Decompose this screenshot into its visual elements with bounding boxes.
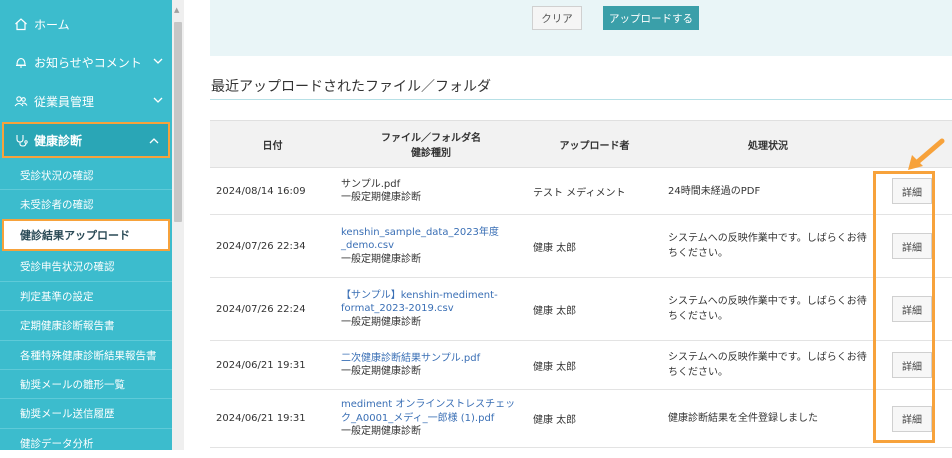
- table-row: 2024/06/21 19:31 二次健康診断結果サンプル.pdf 一般定期健康…: [210, 340, 952, 390]
- table-row: 2024/07/26 22:34 kenshin_sample_data_202…: [210, 214, 952, 278]
- sidebar-subitem-label: 判定基準の設定: [20, 291, 94, 303]
- exam-type: 一般定期健康診断: [341, 426, 421, 438]
- sidebar-item-label: 従業員管理: [34, 94, 95, 109]
- header-uploader: アップロード者: [527, 120, 662, 168]
- section-divider: [210, 99, 952, 100]
- cell-date: 2024/08/14 16:09: [210, 167, 335, 215]
- cell-date: 2024/07/26 22:34: [210, 214, 335, 278]
- sidebar-subitem-label: 定期健康診断報告書: [20, 320, 115, 332]
- cell-date: 2024/07/26 22:24: [210, 277, 335, 341]
- sidebar-subitem-report-status[interactable]: 受診申告状況の確認: [0, 251, 172, 281]
- cell-uploader: テスト メディメント: [527, 167, 662, 215]
- chevron-down-icon: [152, 55, 164, 70]
- cell-file: 【サンプル】kenshin-mediment-format_2023-2019.…: [335, 277, 527, 341]
- highlight-box: [873, 171, 935, 443]
- cell-file: サンプル.pdf 一般定期健康診断: [335, 167, 527, 215]
- exam-type: 一般定期健康診断: [341, 253, 421, 265]
- exam-type: 一般定期健康診断: [341, 316, 421, 328]
- sidebar-scrollbar-thumb[interactable]: [174, 22, 182, 222]
- sidebar-item-label: ホーム: [34, 17, 70, 32]
- sidebar-item-employees[interactable]: 従業員管理: [0, 81, 172, 121]
- cell-date: 2024/06/21 19:31: [210, 340, 335, 390]
- table-header-row: 日付 ファイル／フォルダ名 健診種別 アップロード者 処理状況: [210, 120, 952, 168]
- sidebar-subitem-label: 未受診者の確認: [20, 199, 94, 211]
- sidebar-subitem-criteria[interactable]: 判定基準の設定: [0, 281, 172, 311]
- header-status: 処理状況: [662, 120, 874, 168]
- uploaded-files-table: 日付 ファイル／フォルダ名 健診種別 アップロード者 処理状況 2024/08/…: [210, 120, 952, 448]
- cell-file: 二次健康診断結果サンプル.pdf 一般定期健康診断: [335, 340, 527, 390]
- sidebar-subitem-mail-history[interactable]: 勧奨メール送信履歴: [0, 398, 172, 428]
- cell-file: mediment オンラインストレスチェック_A0001_メディ_一郎様 (1)…: [335, 389, 527, 448]
- sidebar-subitem-special-report[interactable]: 各種特殊健康診断結果報告書: [0, 340, 172, 370]
- cell-uploader: 健康 太郎: [527, 340, 662, 390]
- file-link[interactable]: 二次健康診断結果サンプル.pdf: [341, 352, 521, 366]
- sidebar-subitem-mail-templates[interactable]: 勧奨メールの雛形一覧: [0, 369, 172, 399]
- cell-file: kenshin_sample_data_2023年度_demo.csv 一般定期…: [335, 214, 527, 278]
- file-link[interactable]: kenshin_sample_data_2023年度_demo.csv: [341, 226, 521, 253]
- arrow-annotation-icon: [904, 138, 948, 176]
- cell-status: 健康診断結果を全件登録しました: [662, 389, 874, 448]
- file-name: サンプル.pdf: [341, 178, 401, 190]
- cell-status: 24時間未経過のPDF: [662, 167, 874, 215]
- cell-status: システムへの反映作業中です。しばらくお待ちください。: [662, 277, 874, 341]
- table-row: 2024/08/14 16:09 サンプル.pdf 一般定期健康診断 テスト メ…: [210, 167, 952, 215]
- sidebar-subitem-label: 勧奨メールの雛形一覧: [20, 379, 125, 391]
- cell-uploader: 健康 太郎: [527, 277, 662, 341]
- cell-uploader: 健康 太郎: [527, 389, 662, 448]
- sidebar-subitem-label: 各種特殊健康診断結果報告書: [20, 350, 157, 362]
- sidebar-item-label: 健康診断: [34, 133, 83, 148]
- file-link[interactable]: 【サンプル】kenshin-mediment-format_2023-2019.…: [341, 289, 521, 316]
- sidebar-item-home[interactable]: ホーム: [0, 4, 172, 44]
- header-date: 日付: [210, 120, 335, 168]
- exam-type: 一般定期健康診断: [341, 192, 421, 203]
- table-row: 2024/07/26 22:24 【サンプル】kenshin-mediment-…: [210, 277, 952, 341]
- sidebar-subitem-unexamined[interactable]: 未受診者の確認: [0, 189, 172, 219]
- sidebar-subitem-label: 勧奨メール送信履歴: [20, 408, 115, 420]
- sidebar-item-label: お知らせやコメント: [34, 55, 142, 70]
- chevron-down-icon: [152, 94, 164, 109]
- exam-type: 一般定期健康診断: [341, 366, 421, 377]
- cell-status: システムへの反映作業中です。しばらくお待ちください。: [662, 340, 874, 390]
- sidebar-subitem-label: 受診状況の確認: [20, 169, 94, 182]
- scroll-up-arrow-icon[interactable]: ▲: [174, 6, 179, 14]
- cell-uploader: 健康 太郎: [527, 214, 662, 278]
- chevron-up-icon: [148, 135, 160, 150]
- cell-date: 2024/06/21 19:31: [210, 389, 335, 448]
- section-title: 最近アップロードされたファイル／フォルダ: [211, 79, 491, 95]
- sidebar-subitem-label: 健診データ分析: [20, 438, 94, 450]
- table-row: 2024/06/21 19:31 mediment オンラインストレスチェック_…: [210, 389, 952, 448]
- users-icon: [14, 94, 28, 108]
- clear-button[interactable]: クリア: [532, 6, 582, 30]
- sidebar-item-health-checkup[interactable]: 健康診断: [2, 122, 170, 158]
- cell-status: システムへの反映作業中です。しばらくお待ちください。: [662, 214, 874, 278]
- home-icon: [14, 17, 28, 31]
- header-file-name: ファイル／フォルダ名: [381, 133, 481, 144]
- stethoscope-icon: [14, 133, 28, 147]
- upload-button[interactable]: アップロードする: [603, 6, 699, 30]
- sidebar-subitem-result-upload[interactable]: 健診結果アップロード: [2, 219, 170, 251]
- sidebar-subitem-label: 受診申告状況の確認: [20, 260, 115, 273]
- sidebar-subitem-label: 健診結果アップロード: [20, 229, 130, 242]
- file-link[interactable]: mediment オンラインストレスチェック_A0001_メディ_一郎様 (1)…: [341, 398, 521, 425]
- sidebar: ▲ ホーム お知らせやコメント 従業員管理 健康診断 受診状況の確認 未受診者の…: [0, 0, 186, 450]
- header-exam-type: 健診種別: [411, 148, 451, 159]
- sidebar-subitem-periodic-report[interactable]: 定期健康診断報告書: [0, 310, 172, 340]
- sidebar-item-notices[interactable]: お知らせやコメント: [0, 42, 172, 82]
- bell-icon: [14, 55, 28, 69]
- sidebar-subitem-data-analysis[interactable]: 健診データ分析: [0, 428, 172, 458]
- header-file: ファイル／フォルダ名 健診種別: [335, 120, 527, 168]
- sidebar-subitem-exam-status[interactable]: 受診状況の確認: [0, 160, 172, 190]
